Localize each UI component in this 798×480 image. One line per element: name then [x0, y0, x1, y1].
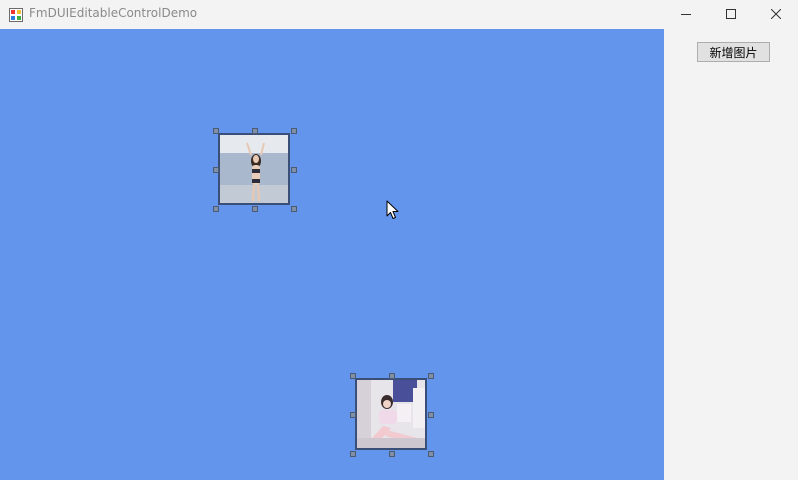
- maximize-button[interactable]: [708, 0, 754, 28]
- minimize-icon: [681, 14, 691, 15]
- add-image-button[interactable]: 新增图片: [697, 42, 770, 62]
- bottom-left-resize-handle[interactable]: [350, 451, 356, 457]
- top-resize-handle[interactable]: [252, 128, 258, 134]
- editable-canvas[interactable]: [0, 29, 664, 480]
- bottom-resize-handle[interactable]: [389, 451, 395, 457]
- top-left-resize-handle[interactable]: [213, 128, 219, 134]
- bottom-left-resize-handle[interactable]: [213, 206, 219, 212]
- editable-image-item[interactable]: [350, 373, 434, 457]
- app-icon: [9, 7, 23, 22]
- maximize-icon: [726, 9, 736, 19]
- close-icon: [771, 9, 781, 19]
- app-window: FmDUIEditableControlDemo 新增图片: [0, 0, 798, 480]
- minimize-button[interactable]: [663, 0, 709, 28]
- image-thumbnail[interactable]: [218, 133, 290, 205]
- bottom-right-resize-handle[interactable]: [428, 451, 434, 457]
- title-bar[interactable]: FmDUIEditableControlDemo: [0, 0, 798, 28]
- left-resize-handle[interactable]: [213, 167, 219, 173]
- top-resize-handle[interactable]: [389, 373, 395, 379]
- image-thumbnail[interactable]: [355, 378, 427, 450]
- right-resize-handle[interactable]: [291, 167, 297, 173]
- close-button[interactable]: [753, 0, 798, 28]
- window-title: FmDUIEditableControlDemo: [29, 6, 198, 20]
- top-right-resize-handle[interactable]: [428, 373, 434, 379]
- mouse-cursor-icon: [386, 200, 399, 224]
- left-resize-handle[interactable]: [350, 412, 356, 418]
- bottom-right-resize-handle[interactable]: [291, 206, 297, 212]
- top-right-resize-handle[interactable]: [291, 128, 297, 134]
- editable-image-item[interactable]: [213, 128, 297, 212]
- top-left-resize-handle[interactable]: [350, 373, 356, 379]
- side-panel: 新增图片: [664, 29, 798, 480]
- bottom-resize-handle[interactable]: [252, 206, 258, 212]
- right-resize-handle[interactable]: [428, 412, 434, 418]
